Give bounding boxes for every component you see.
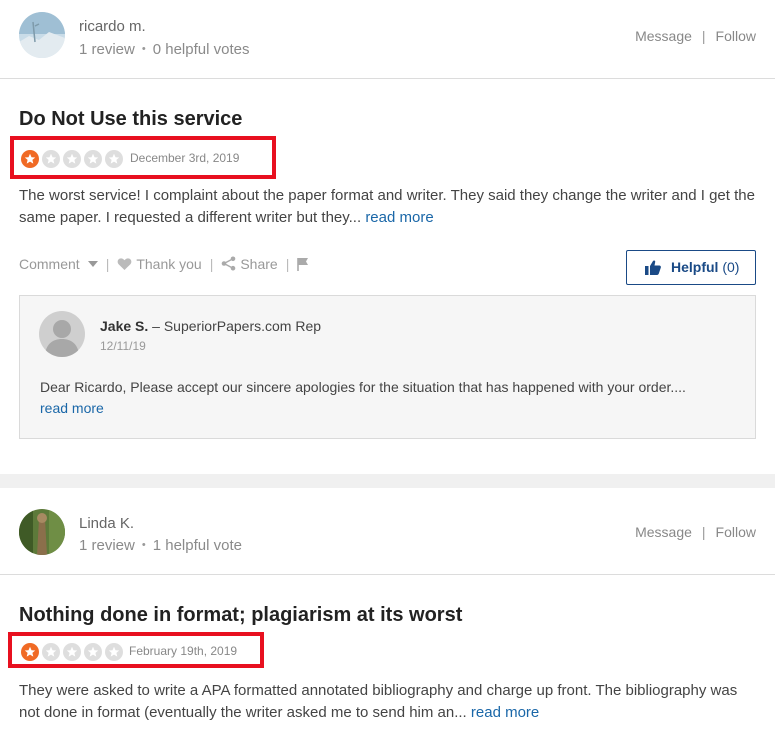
reviewer-actions: Message | Follow <box>635 28 756 44</box>
reviewer-name[interactable]: Linda K. <box>79 515 134 532</box>
message-link[interactable]: Message <box>635 28 692 44</box>
company-reply: Jake S. – SuperiorPapers.com Rep 12/11/1… <box>19 295 756 439</box>
action-divider: | <box>285 256 290 273</box>
star-empty-icon <box>84 150 102 168</box>
comment-button[interactable]: Comment <box>19 256 98 272</box>
star-rating <box>21 643 126 661</box>
star-empty-icon <box>42 150 60 168</box>
review-date: February 19th, 2019 <box>129 644 238 658</box>
helpful-vote-count: 1 helpful vote <box>152 537 242 554</box>
reply-body-text: Dear Ricardo, Please accept our sincere … <box>40 379 686 395</box>
reviewer-stats: 1 review • 1 helpful vote <box>79 537 242 554</box>
follow-link[interactable]: Follow <box>716 28 756 44</box>
bullet-separator: • <box>141 43 146 55</box>
review-card: Linda K. 1 review • 1 helpful vote Message… <box>0 488 775 741</box>
review-text: They were asked to write a APA formatted… <box>19 680 759 724</box>
star-empty-icon <box>84 643 102 661</box>
reviewer-header: ricardo m. 1 review • 0 helpful votes Mess… <box>0 0 775 79</box>
review-count: 1 review <box>79 537 135 554</box>
star-filled-icon <box>21 643 39 661</box>
star-empty-icon <box>42 643 60 661</box>
helpful-button[interactable]: Helpful (0) <box>626 250 756 285</box>
reviewer-actions: Message | Follow <box>635 524 756 540</box>
thank-you-label: Thank you <box>136 256 202 273</box>
helpful-vote-count: 0 helpful votes <box>152 41 250 58</box>
star-filled-icon <box>21 150 39 168</box>
star-empty-icon <box>63 643 81 661</box>
read-more-link[interactable]: read more <box>471 704 539 721</box>
action-divider: | <box>105 256 110 273</box>
reply-author: Jake S. – SuperiorPapers.com Rep <box>100 318 321 334</box>
star-empty-icon <box>105 150 123 168</box>
reply-date: 12/11/19 <box>100 339 146 353</box>
reviewer-header: Linda K. 1 review • 1 helpful vote Message… <box>0 488 775 575</box>
share-icon <box>222 256 236 271</box>
report-flag-button[interactable] <box>297 256 313 272</box>
review-text: The worst service! I complaint about the… <box>19 185 759 229</box>
reviewer-avatar[interactable] <box>19 509 65 555</box>
review-body-text: They were asked to write a APA formatted… <box>19 682 738 721</box>
review-title: Nothing done in format; plagiarism at it… <box>19 604 463 626</box>
caret-down-icon <box>87 261 98 268</box>
share-label: Share <box>240 256 278 273</box>
reviewer-name[interactable]: ricardo m. <box>79 18 146 35</box>
reply-author-name: Jake S. <box>100 318 149 334</box>
bullet-separator: • <box>141 539 146 551</box>
read-more-link[interactable]: read more <box>365 209 433 226</box>
review-count: 1 review <box>79 41 135 58</box>
review-separator <box>0 474 775 488</box>
message-link[interactable]: Message <box>635 524 692 540</box>
reply-read-more-link[interactable]: read more <box>40 400 104 416</box>
star-empty-icon <box>105 643 123 661</box>
helpful-count: (0) <box>722 259 740 275</box>
review-card: ricardo m. 1 review • 0 helpful votes Mess… <box>0 0 775 474</box>
thank-you-button[interactable]: Thank you <box>117 256 202 273</box>
default-user-avatar-icon <box>39 311 85 357</box>
follow-link[interactable]: Follow <box>716 524 756 540</box>
review-title: Do Not Use this service <box>19 108 243 130</box>
reply-text: Dear Ricardo, Please accept our sincere … <box>40 377 740 419</box>
star-empty-icon <box>63 150 81 168</box>
action-divider: | <box>209 256 214 273</box>
share-button[interactable]: Share <box>221 256 278 273</box>
star-rating <box>21 150 126 168</box>
helpful-label: Helpful <box>671 259 719 275</box>
action-separator: | <box>701 524 706 540</box>
comment-label: Comment <box>19 256 80 273</box>
thumbs-up-icon <box>645 260 661 275</box>
flag-icon <box>297 258 309 272</box>
heart-icon <box>117 258 132 271</box>
rating-highlight-box: December 3rd, 2019 <box>10 136 276 179</box>
review-actions: Comment | Thank you | Share | <box>19 255 313 272</box>
reviewer-avatar[interactable] <box>19 12 65 58</box>
review-date: December 3rd, 2019 <box>130 151 240 165</box>
action-separator: | <box>701 28 706 44</box>
rating-highlight-box: February 19th, 2019 <box>8 632 264 668</box>
reviewer-stats: 1 review • 0 helpful votes <box>79 41 249 58</box>
reply-author-role: – SuperiorPapers.com Rep <box>148 318 322 334</box>
